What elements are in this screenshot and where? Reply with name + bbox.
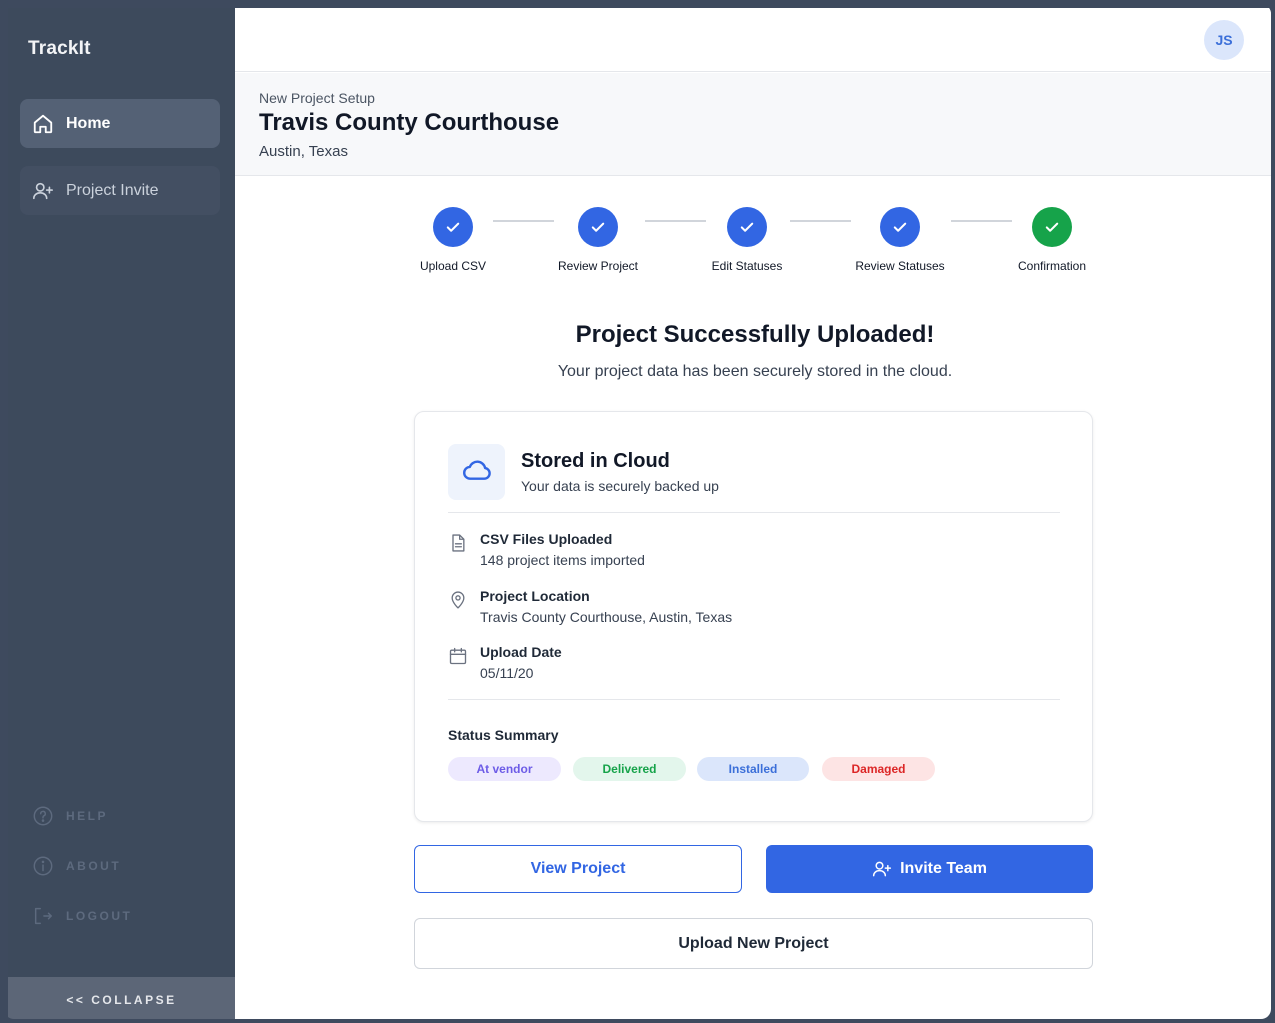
upload-new-project-button[interactable]: Upload New Project (414, 918, 1093, 969)
page-title: Travis County Courthouse (259, 109, 560, 136)
step-review-project: Review Project (538, 207, 658, 273)
card-subtitle: Your data is securely backed up (521, 478, 719, 494)
info-upload-date: Upload Date 05/11/20 (448, 644, 562, 681)
card-title: Stored in Cloud (521, 450, 670, 472)
check-icon (727, 207, 767, 247)
check-icon (578, 207, 618, 247)
sidebar-item-project-invite[interactable]: Project Invite (20, 166, 220, 215)
info-value: Travis County Courthouse, Austin, Texas (480, 609, 733, 625)
status-badge-damaged: Damaged (822, 757, 935, 781)
help-link[interactable]: HELP (32, 805, 108, 827)
invite-team-label: Invite Team (900, 860, 987, 877)
upload-summary-card: Stored in Cloud Your data is securely ba… (414, 411, 1093, 822)
status-badge-installed: Installed (697, 757, 809, 781)
app-window: TrackIt Home Project Invite HELP ABOUT L… (0, 0, 1275, 1023)
app-logo: TrackIt (28, 38, 91, 59)
step-label: Upload CSV (419, 259, 487, 273)
logout-label: LOGOUT (66, 909, 133, 923)
status-badge-delivered: Delivered (573, 757, 686, 781)
cloud-icon-box (448, 444, 505, 500)
user-plus-icon (32, 180, 54, 202)
sidebar: TrackIt Home Project Invite HELP ABOUT L… (8, 8, 235, 1019)
map-pin-icon (448, 590, 468, 610)
status-summary-title: Status Summary (448, 727, 559, 743)
calendar-icon (448, 646, 468, 666)
info-csv-files: CSV Files Uploaded 148 project items imp… (448, 531, 645, 568)
info-heading: CSV Files Uploaded (480, 531, 613, 547)
user-plus-icon (872, 859, 892, 879)
success-title: Project Successfully Uploaded! (575, 321, 935, 348)
home-icon (32, 113, 54, 135)
step-label: Review Statuses (855, 259, 945, 273)
help-label: HELP (66, 809, 109, 823)
info-project-location: Project Location Travis County Courthous… (448, 588, 732, 625)
sidebar-item-label: Project Invite (66, 181, 159, 199)
page-header: New Project Setup Travis County Courthou… (235, 73, 1271, 176)
about-link[interactable]: ABOUT (32, 855, 121, 877)
step-review-statuses: Review Statuses (840, 207, 960, 273)
sidebar-item-label: Home (66, 114, 111, 132)
breadcrumb: New Project Setup (259, 90, 375, 106)
check-icon (1032, 207, 1072, 247)
view-project-button[interactable]: View Project (414, 845, 742, 893)
logout-icon (32, 905, 54, 927)
step-label: Confirmation (1017, 259, 1087, 273)
file-icon (448, 533, 468, 553)
logout-link[interactable]: LOGOUT (32, 905, 132, 927)
check-icon (880, 207, 920, 247)
info-heading: Upload Date (480, 644, 562, 660)
invite-team-button[interactable]: Invite Team (766, 845, 1093, 893)
collapse-button[interactable]: << COLLAPSE (8, 977, 235, 1019)
info-icon (32, 855, 54, 877)
step-edit-statuses: Edit Statuses (687, 207, 807, 273)
info-value: 05/11/20 (480, 665, 534, 681)
divider (448, 699, 1060, 700)
check-icon (433, 207, 473, 247)
cloud-icon (461, 454, 493, 491)
help-icon (32, 805, 54, 827)
divider (448, 512, 1060, 513)
info-value: 148 project items imported (480, 552, 645, 568)
status-badge-at-vendor: At vendor (448, 757, 561, 781)
sidebar-item-home[interactable]: Home (20, 99, 220, 148)
page-subtitle: Austin, Texas (259, 143, 348, 160)
avatar[interactable]: JS (1204, 20, 1244, 60)
step-confirmation: Confirmation (992, 207, 1112, 273)
top-bar: JS (235, 8, 1271, 72)
about-label: ABOUT (66, 859, 122, 873)
step-label: Review Project (557, 259, 639, 273)
info-heading: Project Location (480, 588, 590, 604)
step-upload-csv: Upload CSV (393, 207, 513, 273)
success-subtitle: Your project data has been securely stor… (557, 363, 953, 380)
step-label: Edit Statuses (711, 259, 783, 273)
